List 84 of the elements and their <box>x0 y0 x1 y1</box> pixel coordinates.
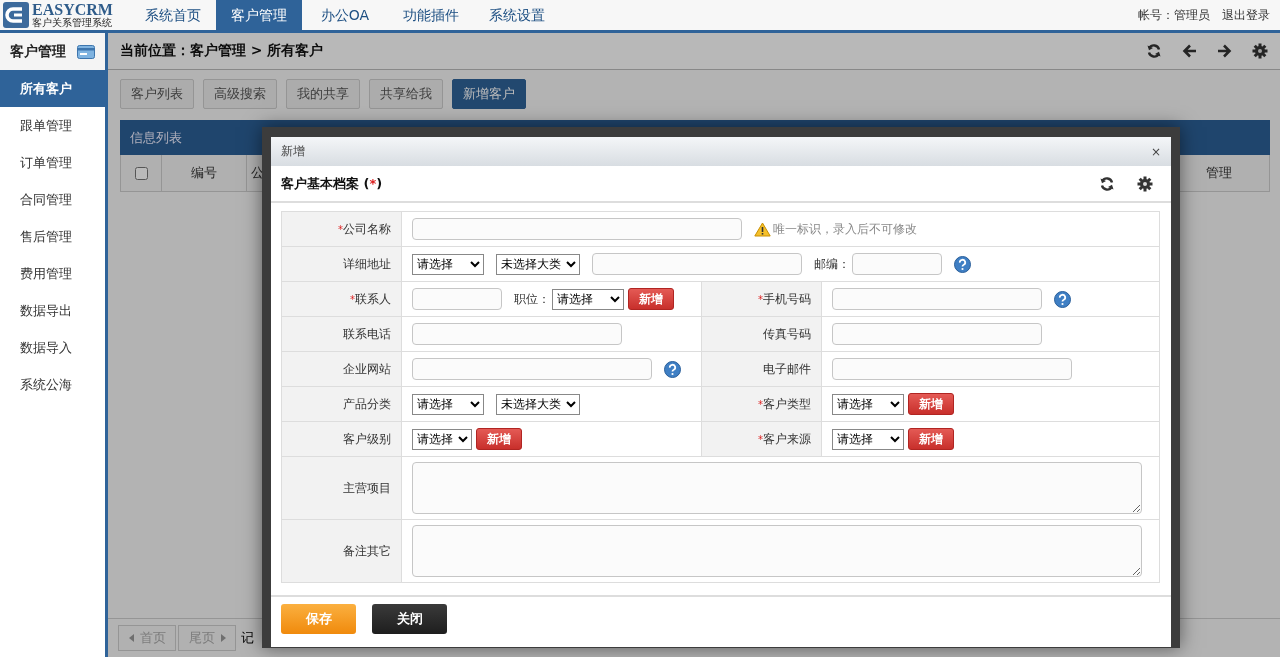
nav-tab[interactable]: 客户管理 <box>216 0 302 30</box>
logo-title: EASYCRM <box>32 2 113 18</box>
refresh-icon[interactable] <box>1099 175 1115 192</box>
add-button[interactable]: 新增 <box>908 428 954 450</box>
field-label: 产品分类 <box>281 386 402 422</box>
sidebar-item[interactable]: 所有客户 <box>0 70 105 107</box>
nav-tab[interactable]: 系统设置 <box>474 0 560 30</box>
input-field[interactable] <box>412 288 502 310</box>
field-label: 企业网站 <box>281 351 402 387</box>
input-field[interactable] <box>832 323 1042 345</box>
nav-tab[interactable]: 系统首页 <box>130 0 216 30</box>
add-button[interactable]: 新增 <box>476 428 522 450</box>
toolbar-tab[interactable]: 我的共享 <box>286 79 360 109</box>
sidebar-item[interactable]: 数据导入 <box>0 329 105 366</box>
field-label: 邮编： <box>814 255 850 273</box>
add-button[interactable]: 新增 <box>908 393 954 415</box>
input-field[interactable] <box>412 323 622 345</box>
input-field[interactable] <box>832 288 1042 310</box>
sidebar-title: 客户管理 <box>10 42 66 61</box>
right-triangle-icon <box>220 634 226 642</box>
close-button[interactable]: 关闭 <box>372 604 447 634</box>
field-label: *客户来源 <box>701 421 822 457</box>
sidebar-item[interactable]: 跟单管理 <box>0 107 105 144</box>
settings-icon[interactable] <box>1252 43 1268 59</box>
add-button[interactable]: 新增 <box>628 288 674 310</box>
field-label: 电子邮件 <box>701 351 822 387</box>
nav-tab[interactable]: 功能插件 <box>388 0 474 30</box>
help-icon[interactable] <box>954 255 971 273</box>
sidebar-item[interactable]: 费用管理 <box>0 255 105 292</box>
column-header: 管理 <box>1205 164 1233 182</box>
logo-subtitle: 客户关系管理系统 <box>32 18 113 28</box>
input-field[interactable] <box>412 218 742 240</box>
toolbar-tab[interactable]: 新增客户 <box>452 79 526 109</box>
input-field[interactable] <box>852 253 942 275</box>
toolbar-tab[interactable]: 共享给我 <box>369 79 443 109</box>
forward-arrow-icon[interactable] <box>1217 44 1232 58</box>
left-triangle-icon <box>128 634 134 642</box>
dropdown[interactable]: 请选择 <box>552 288 624 310</box>
field-label: *客户类型 <box>701 386 822 422</box>
field-label: 联系电话 <box>281 316 402 352</box>
help-icon[interactable] <box>1054 290 1071 308</box>
warning-icon <box>754 221 771 237</box>
text-area[interactable] <box>412 462 1142 514</box>
text-area[interactable] <box>412 525 1142 577</box>
settings-icon[interactable] <box>1137 175 1153 192</box>
sidebar-item[interactable]: 系统公海 <box>0 366 105 403</box>
select-all-checkbox[interactable] <box>135 166 148 180</box>
back-arrow-icon[interactable] <box>1182 44 1197 58</box>
field-label: *公司名称 <box>281 211 402 247</box>
sidebar-item[interactable]: 售后管理 <box>0 218 105 255</box>
dropdown[interactable]: 请选择 <box>412 428 472 450</box>
input-field[interactable] <box>832 358 1072 380</box>
record-label: 记 <box>241 629 254 647</box>
field-label: 备注其它 <box>281 519 402 583</box>
logout-link[interactable]: 退出登录 <box>1222 6 1270 24</box>
toolbar-tab[interactable]: 高级搜索 <box>203 79 277 109</box>
refresh-icon[interactable] <box>1146 43 1162 59</box>
toolbar-tab[interactable]: 客户列表 <box>120 79 194 109</box>
field-label: 客户级别 <box>281 421 402 457</box>
dropdown[interactable]: 未选择大类 <box>496 393 580 415</box>
dropdown[interactable]: 请选择 <box>412 393 484 415</box>
input-field[interactable] <box>592 253 802 275</box>
dropdown[interactable]: 请选择 <box>412 253 484 275</box>
input-field[interactable] <box>412 358 652 380</box>
sidebar-item[interactable]: 数据导出 <box>0 292 105 329</box>
field-label: 主营项目 <box>281 456 402 520</box>
dropdown[interactable]: 请选择 <box>832 428 904 450</box>
sidebar-item[interactable]: 订单管理 <box>0 144 105 181</box>
account-label: 帐号：管理员 <box>1138 6 1210 24</box>
field-label: *联系人 <box>281 281 402 317</box>
section-title: 客户基本档案 (*) <box>281 174 383 193</box>
breadcrumb: 当前位置：客户管理 > 所有客户 <box>120 42 324 60</box>
card-icon <box>77 44 95 59</box>
nav-tab[interactable]: 办公OA <box>302 0 388 30</box>
hint-text: 唯一标识，录入后不可修改 <box>773 220 917 238</box>
column-header: 编号 <box>162 155 247 191</box>
field-label: 详细地址 <box>281 246 402 282</box>
dropdown[interactable]: 请选择 <box>832 393 904 415</box>
field-label: *手机号码 <box>701 281 822 317</box>
field-label: 职位： <box>514 290 550 308</box>
sidebar-item[interactable]: 合同管理 <box>0 181 105 218</box>
dropdown[interactable]: 未选择大类 <box>496 253 580 275</box>
help-icon[interactable] <box>664 360 681 378</box>
field-label: 传真号码 <box>701 316 822 352</box>
